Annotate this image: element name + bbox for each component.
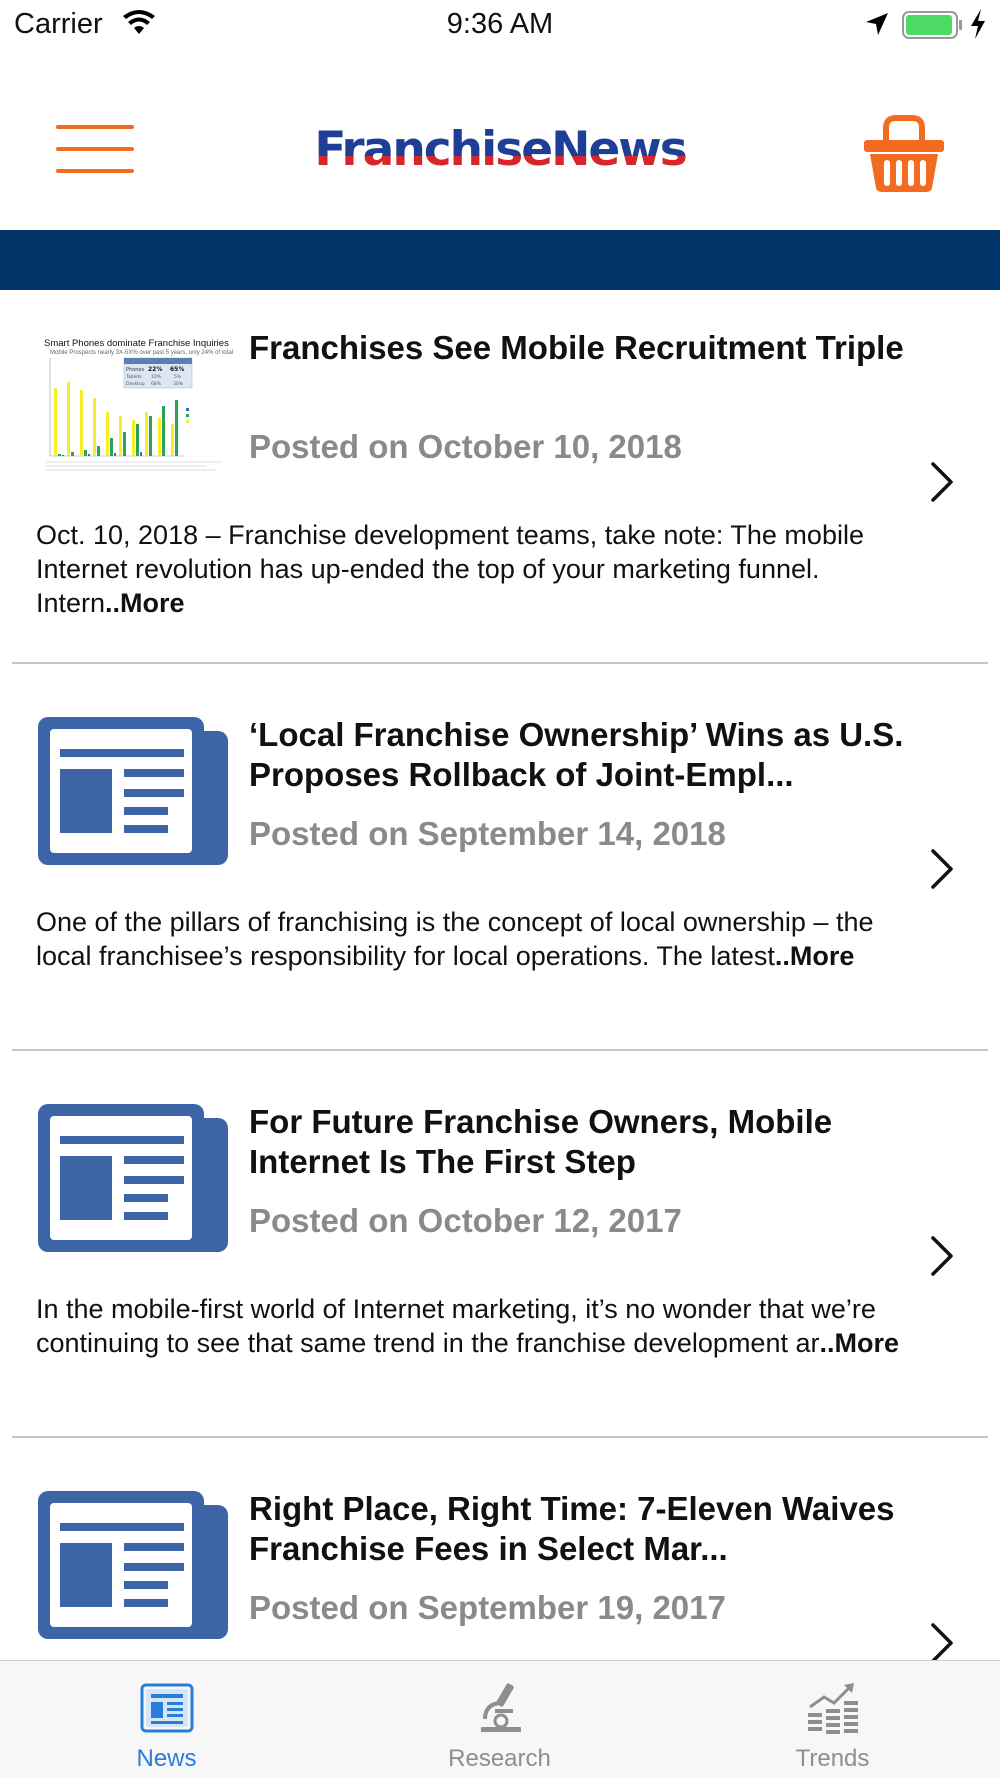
tab-research[interactable]: Research: [333, 1661, 666, 1778]
svg-text:Phones: Phones: [126, 367, 144, 373]
svg-text:22%: 22%: [148, 366, 162, 373]
location-arrow-icon: [864, 11, 890, 42]
trends-chart-icon: [804, 1679, 862, 1737]
divider: [12, 662, 988, 664]
franchise-news-logo: FranchiseNews: [314, 122, 687, 177]
charging-bolt-icon: [970, 9, 986, 44]
article-date: Posted on September 14, 2018: [249, 815, 726, 852]
list-item[interactable]: For Future Franchise Owners, Mobile Inte…: [0, 1064, 1000, 1451]
chevron-right-icon[interactable]: [928, 1621, 956, 1660]
chevron-right-icon[interactable]: [928, 460, 956, 509]
news-tab-icon: [138, 1679, 196, 1737]
svg-text:Desktop: Desktop: [126, 381, 145, 387]
article-date: Posted on October 10, 2018: [249, 428, 682, 465]
article-title[interactable]: Right Place, Right Time: 7-Eleven Waives…: [249, 1489, 929, 1569]
article-excerpt: Oct. 10, 2018 – Franchise development te…: [36, 518, 916, 620]
more-link[interactable]: ..More: [819, 1328, 899, 1358]
svg-text:68%: 68%: [151, 381, 162, 387]
battery-icon: [902, 11, 964, 44]
tab-bar: News Research Trends: [0, 1660, 1000, 1778]
article-title[interactable]: ‘Local Franchise Ownership’ Wins as U.S.…: [249, 715, 929, 795]
chevron-right-icon[interactable]: [928, 1234, 956, 1283]
article-excerpt: In the mobile-first world of Internet ma…: [36, 1292, 916, 1360]
tab-news[interactable]: News: [0, 1661, 333, 1778]
excerpt-text: One of the pillars of franchising is the…: [36, 907, 874, 971]
excerpt-text: In the mobile-first world of Internet ma…: [36, 1294, 876, 1358]
divider: [12, 1436, 988, 1438]
list-item[interactable]: Smart Phones dominate Franchise Inquirie…: [0, 290, 1000, 677]
svg-text:Tablets: Tablets: [125, 374, 142, 380]
article-date: Posted on October 12, 2017: [249, 1202, 682, 1239]
shopping-basket-icon[interactable]: [862, 110, 946, 194]
newspaper-icon: [36, 715, 232, 865]
article-thumbnail-chart: Smart Phones dominate Franchise Inquirie…: [36, 328, 233, 478]
more-link[interactable]: ..More: [105, 588, 185, 618]
article-title[interactable]: For Future Franchise Owners, Mobile Inte…: [249, 1102, 929, 1182]
tab-label: Research: [448, 1745, 551, 1772]
list-item[interactable]: Right Place, Right Time: 7-Eleven Waives…: [0, 1451, 1000, 1660]
status-time: 9:36 AM: [446, 8, 554, 40]
news-list: Smart Phones dominate Franchise Inquirie…: [0, 290, 1000, 1660]
tab-label: News: [136, 1745, 197, 1772]
svg-text:5%: 5%: [174, 374, 182, 380]
status-bar: Carrier 9:36 AM: [0, 0, 1000, 50]
navigation-band: [0, 230, 1000, 290]
svg-text:10%: 10%: [151, 374, 162, 380]
article-title[interactable]: Franchises See Mobile Recruitment Triple: [249, 328, 929, 368]
svg-text:30%: 30%: [173, 381, 184, 387]
more-link[interactable]: ..More: [775, 941, 855, 971]
tab-trends[interactable]: Trends: [666, 1661, 999, 1778]
app-header: FranchiseNews: [0, 50, 1000, 230]
list-item[interactable]: ‘Local Franchise Ownership’ Wins as U.S.…: [0, 677, 1000, 1064]
chevron-right-icon[interactable]: [928, 847, 956, 896]
svg-text:65%: 65%: [170, 366, 184, 373]
tab-label: Trends: [795, 1745, 870, 1772]
microscope-icon: [471, 1679, 529, 1737]
article-date: Posted on September 19, 2017: [249, 1589, 726, 1626]
divider: [12, 1049, 988, 1051]
newspaper-icon: [36, 1102, 232, 1252]
article-excerpt: One of the pillars of franchising is the…: [36, 905, 916, 973]
newspaper-icon: [36, 1489, 232, 1639]
